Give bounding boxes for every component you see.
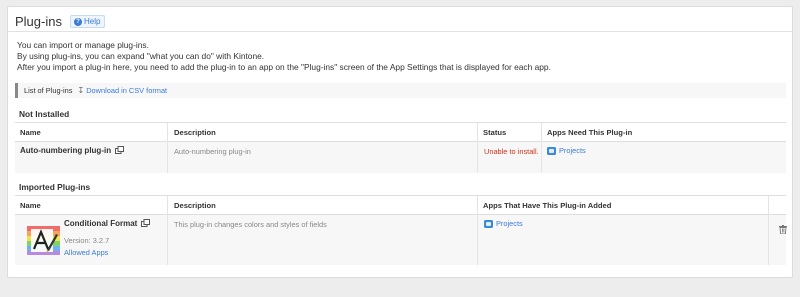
app-link-projects[interactable]: Projects <box>547 146 586 155</box>
col-description: Description <box>174 128 216 137</box>
app-link-label: Projects <box>559 146 586 155</box>
column-divider <box>167 195 168 265</box>
col-apps-need: Apps Need This Plug-in <box>547 128 633 137</box>
plugin-name-label: Auto-numbering plug-in <box>20 146 112 155</box>
intro-line-2: By using plug-ins, you can expand "what … <box>17 51 265 61</box>
help-button[interactable]: ? Help <box>69 15 106 28</box>
allowed-apps-link[interactable]: Allowed Apps <box>64 248 108 257</box>
csv-bar: List of Plug-ins ↧ Download in CSV forma… <box>15 83 786 98</box>
download-icon: ↧ <box>77 86 85 95</box>
app-icon <box>484 219 493 228</box>
not-installed-title: Not Installed <box>19 109 70 119</box>
page-title: Plug-ins <box>15 14 62 29</box>
app-link-projects[interactable]: Projects <box>484 219 523 228</box>
csv-label: List of Plug-ins <box>24 86 73 95</box>
col-apps-added: Apps That Have This Plug-in Added <box>483 201 612 210</box>
table-row <box>15 142 786 173</box>
column-divider <box>768 195 769 265</box>
plugins-panel: Plug-ins ? Help You can import or manage… <box>7 6 793 278</box>
table-header-top-line <box>15 195 786 196</box>
col-description: Description <box>174 201 216 210</box>
help-label: Help <box>83 17 101 26</box>
col-name: Name <box>20 201 41 210</box>
plugin-description: This plug-in changes colors and styles o… <box>174 220 327 229</box>
plugin-description: Auto-numbering plug-in <box>174 147 251 156</box>
download-csv-link[interactable]: Download in CSV format <box>86 86 167 95</box>
plugin-version: Version: 3.2.7 <box>64 236 110 245</box>
table-header-top-line <box>15 122 786 123</box>
col-name: Name <box>20 128 41 137</box>
app-icon <box>547 146 556 155</box>
status-error: Unable to install. <box>484 147 539 156</box>
plugin-name: Conditional Format <box>64 219 151 228</box>
imported-title: Imported Plug-ins <box>19 182 91 192</box>
column-divider <box>477 195 478 265</box>
intro-line-3: After you import a plug-in here, you nee… <box>17 62 551 72</box>
page-header: Plug-ins ? Help <box>15 14 106 29</box>
help-icon: ? <box>73 17 82 26</box>
divider <box>8 31 792 32</box>
open-window-icon[interactable] <box>115 146 125 154</box>
app-link-label: Projects <box>496 219 523 228</box>
intro-line-1: You can import or manage plug-ins. <box>17 40 149 50</box>
column-divider <box>541 122 542 173</box>
open-window-icon[interactable] <box>141 219 151 227</box>
column-divider <box>477 122 478 173</box>
column-divider <box>167 122 168 173</box>
trash-icon[interactable] <box>779 225 787 234</box>
plugin-name: Auto-numbering plug-in <box>20 146 125 155</box>
conditional-format-logo <box>27 226 60 255</box>
plugin-name-label: Conditional Format <box>64 219 138 228</box>
col-status: Status <box>483 128 507 137</box>
